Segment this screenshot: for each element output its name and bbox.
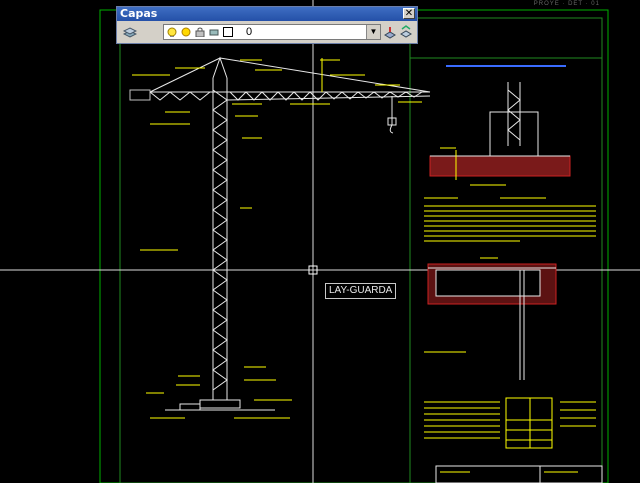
specification-table bbox=[424, 397, 596, 449]
lock-icon[interactable] bbox=[195, 27, 205, 37]
foundation-detail bbox=[429, 65, 571, 186]
sheet-border bbox=[99, 9, 609, 483]
printer-icon[interactable] bbox=[209, 27, 219, 37]
crane-annotations bbox=[132, 58, 422, 419]
toolbar-title-bar[interactable]: Capas ✕ bbox=[117, 7, 417, 21]
layer-dropdown[interactable]: 0 ▼ bbox=[163, 24, 381, 40]
sun-icon[interactable] bbox=[181, 27, 191, 37]
object-tooltip: LAY-GUARDA bbox=[325, 283, 397, 299]
layers-toolbar[interactable]: Capas ✕ 0 ▼ bbox=[116, 6, 418, 44]
layer-manager-icon[interactable] bbox=[122, 25, 138, 39]
current-layer-name: 0 bbox=[246, 26, 253, 38]
tower-crane-drawing bbox=[129, 56, 431, 411]
chevron-down-icon[interactable]: ▼ bbox=[366, 25, 380, 39]
close-button[interactable]: ✕ bbox=[403, 8, 415, 19]
toolbar-title: Capas bbox=[120, 7, 158, 20]
specification-text bbox=[424, 197, 596, 242]
lightbulb-icon[interactable] bbox=[167, 27, 177, 37]
trench-detail bbox=[424, 257, 557, 380]
drawing-canvas[interactable] bbox=[0, 0, 640, 483]
toolbar-body: 0 ▼ bbox=[117, 21, 417, 43]
make-current-icon[interactable] bbox=[383, 25, 397, 39]
layer-previous-icon[interactable] bbox=[399, 25, 413, 39]
sheet-header-text: PROYE · DET · 01 bbox=[533, 1, 600, 7]
title-block bbox=[435, 465, 603, 483]
color-swatch-icon[interactable] bbox=[223, 27, 233, 37]
